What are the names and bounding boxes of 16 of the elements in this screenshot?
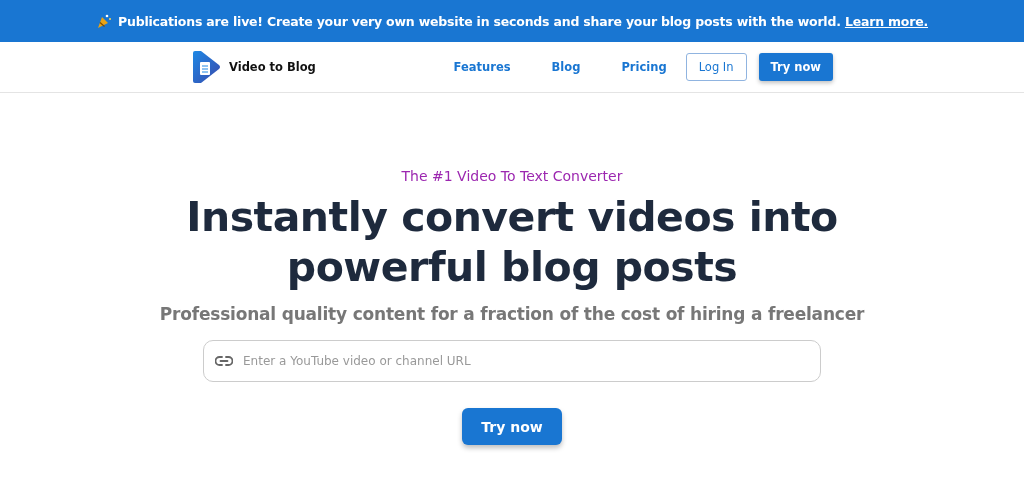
- announcement-text: Publications are live! Create your very own website in seconds and share your blog posts with the world. Learn more.: [117, 13, 928, 29]
- log-in-button[interactable]: Log In: [685, 53, 747, 81]
- try-now-button[interactable]: Try now: [758, 53, 833, 81]
- subtitle: Professional quality content for a fraction of the cost of hiring a freelancer: [159, 304, 865, 324]
- link-icon: [215, 356, 233, 366]
- nav-link[interactable]: Pricing: [621, 60, 667, 74]
- tagline: The #1 Video To Text Converter: [401, 168, 623, 184]
- party-popper-icon: [95, 13, 112, 29]
- try-now-button[interactable]: Try now: [462, 408, 562, 445]
- learn-more-link[interactable]: Learn more.: [844, 13, 928, 29]
- url-input-field[interactable]: Enter a YouTube video or channel URL: [203, 340, 821, 382]
- nav-link[interactable]: Features: [453, 60, 511, 74]
- logo-icon: [191, 51, 221, 83]
- brand-name[interactable]: Video to Blog: [229, 60, 316, 74]
- headline: Instantly convert videos into powerful blog posts: [185, 192, 839, 292]
- nav-link[interactable]: Blog: [551, 60, 581, 74]
